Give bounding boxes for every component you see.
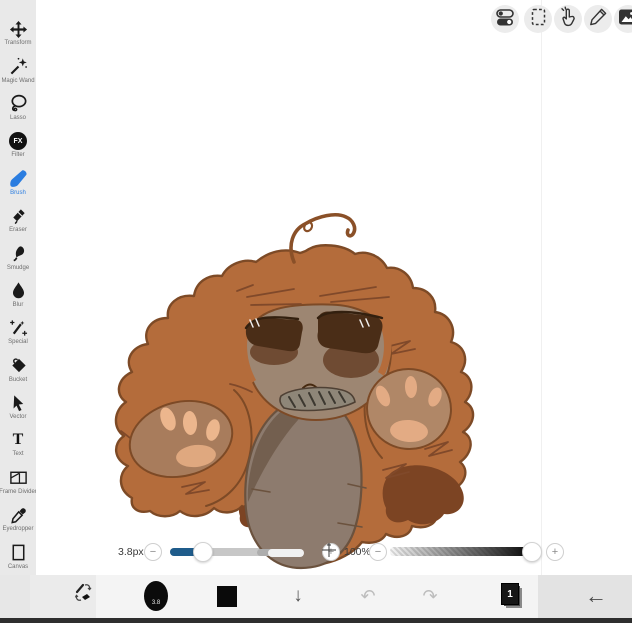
touch-gesture-button[interactable] <box>554 5 582 33</box>
layer-count-badge: 1 <box>507 589 513 600</box>
eraser-icon <box>8 206 28 226</box>
tool-special[interactable]: Special <box>0 313 36 350</box>
brush-preview-button[interactable]: 3.8 <box>144 581 168 611</box>
photo-import-button[interactable] <box>614 5 632 33</box>
tool-label: Transform <box>4 40 31 46</box>
layers-button[interactable]: 1 <box>500 583 524 609</box>
bottom-toolbar: 3.8 ↓ ↶ ↷ 1 ← <box>0 575 632 618</box>
redo-button[interactable]: ↷ <box>418 584 442 608</box>
marquee-selection-icon <box>527 6 549 33</box>
opacity-value: 100% <box>344 546 371 558</box>
pen-mode-button[interactable] <box>584 5 612 33</box>
tool-label: Brush <box>10 190 26 196</box>
filter-fx-icon: FX <box>8 131 28 151</box>
bottom-bar-left-strip <box>0 575 30 618</box>
frame-divider-icon <box>8 468 28 488</box>
tool-label: Magic Wand <box>1 78 34 84</box>
canvas-icon <box>8 543 28 563</box>
tool-label: Special <box>8 339 28 345</box>
tool-label: Blur <box>13 302 24 308</box>
tool-eraser[interactable]: Eraser <box>0 201 36 238</box>
bucket-icon <box>8 356 28 376</box>
opacity-slider-track[interactable] <box>390 547 540 556</box>
vector-cursor-icon <box>8 393 28 413</box>
tool-frame-divider[interactable]: Frame Divider <box>0 463 36 500</box>
brush-size-slider-thumb[interactable] <box>193 542 213 562</box>
tool-label: Text <box>12 451 23 457</box>
tool-brush[interactable]: Brush <box>0 164 36 201</box>
tool-smudge[interactable]: Smudge <box>0 238 36 275</box>
app-window: Transform Magic Wand Lasso FX Filter Bru… <box>0 0 632 623</box>
redo-icon: ↷ <box>422 586 437 607</box>
tool-label: Frame Divider <box>0 489 37 495</box>
undo-icon: ↶ <box>360 586 375 607</box>
brush-icon <box>8 169 28 189</box>
current-color-swatch <box>217 586 237 607</box>
opacity-plus-button[interactable]: + <box>546 543 564 561</box>
tool-blur[interactable]: Blur <box>0 276 36 313</box>
canvas-edge-divider <box>541 0 542 575</box>
tool-label: Lasso <box>10 115 26 121</box>
opacity-slider-thumb[interactable] <box>522 542 542 562</box>
tool-vector[interactable]: Vector <box>0 388 36 425</box>
color-swatch-button[interactable] <box>217 586 237 607</box>
magic-wand-icon <box>8 57 28 77</box>
smudge-icon <box>8 244 28 264</box>
toggles-settings-button[interactable] <box>491 5 519 33</box>
drawing-canvas[interactable] <box>36 0 632 575</box>
back-arrow-icon: ← <box>585 583 607 609</box>
tool-label: Canvas <box>8 564 28 570</box>
brush-cursor-crosshair <box>321 542 337 558</box>
eyedropper-icon <box>8 505 28 525</box>
text-icon: T <box>8 430 28 450</box>
tool-filter[interactable]: FX Filter <box>0 126 36 163</box>
layers-icon: 1 <box>500 583 524 609</box>
blur-drop-icon <box>8 281 28 301</box>
back-button[interactable]: ← <box>583 583 609 609</box>
home-indicator-strip <box>0 618 632 623</box>
tool-lasso[interactable]: Lasso <box>0 89 36 126</box>
tool-label: Filter <box>11 152 24 158</box>
lasso-icon <box>8 94 28 114</box>
tool-label: Vector <box>9 414 26 420</box>
two-toggles-icon <box>494 6 516 33</box>
marquee-select-button[interactable] <box>524 5 552 33</box>
undo-button[interactable]: ↶ <box>356 584 380 608</box>
brush-size-minus-button[interactable]: − <box>144 543 162 561</box>
tool-palette: Transform Magic Wand Lasso FX Filter Bru… <box>0 0 36 575</box>
brush-size-value: 3.8px <box>118 546 144 558</box>
tool-label: Smudge <box>7 265 29 271</box>
transform-icon <box>8 19 28 39</box>
tool-transform[interactable]: Transform <box>0 14 36 51</box>
tool-label: Eraser <box>9 227 27 233</box>
slider-track-segment <box>268 549 304 557</box>
collapse-toolbar-button[interactable]: ↓ <box>288 584 308 608</box>
tool-bucket[interactable]: Bucket <box>0 351 36 388</box>
tool-text[interactable]: T Text <box>0 425 36 462</box>
tool-eyedropper[interactable]: Eyedropper <box>0 500 36 537</box>
touch-gesture-icon <box>557 6 579 33</box>
down-arrow-icon: ↓ <box>293 585 303 607</box>
swap-brush-eraser-button[interactable] <box>72 583 98 609</box>
brush-eraser-swap-icon <box>73 582 97 611</box>
photo-icon <box>617 6 632 33</box>
tool-magic-wand[interactable]: Magic Wand <box>0 51 36 88</box>
tool-label: Eyedropper <box>2 526 33 532</box>
pen-icon <box>587 6 609 33</box>
opacity-minus-button[interactable]: − <box>369 543 387 561</box>
tool-canvas[interactable]: Canvas <box>0 537 36 574</box>
tool-label: Bucket <box>9 377 27 383</box>
special-pen-icon <box>8 318 28 338</box>
brush-stroke-preview: 3.8 <box>144 581 168 611</box>
